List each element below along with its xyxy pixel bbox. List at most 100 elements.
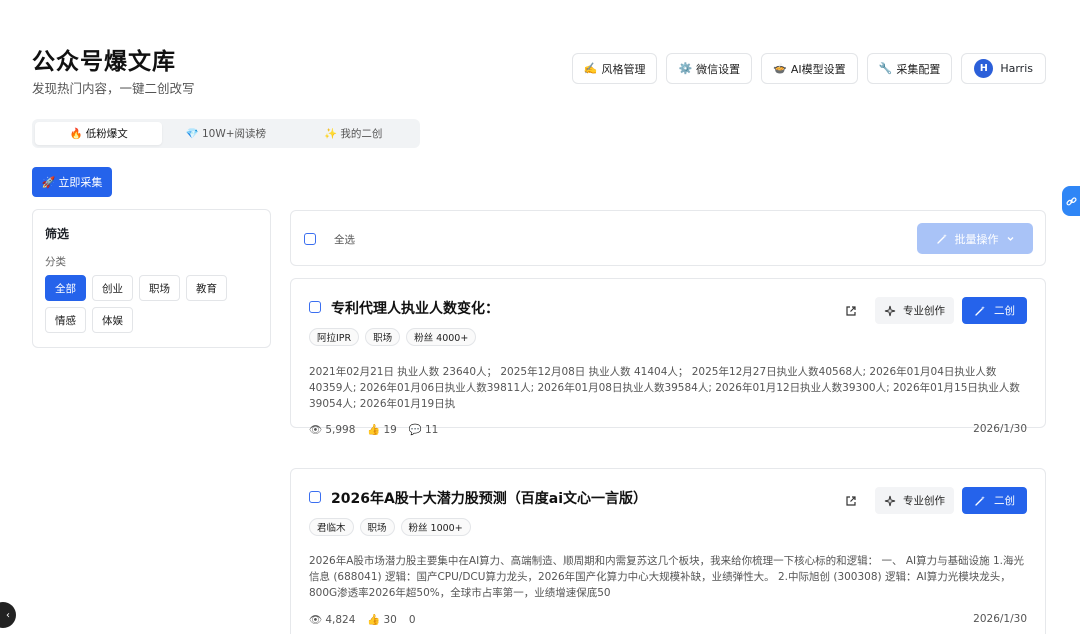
fans-tag: 粉丝 1000+ bbox=[400, 518, 471, 536]
sparkles-icon: ✨ bbox=[324, 128, 338, 140]
pro-create-button[interactable]: 专业创作 bbox=[875, 297, 954, 324]
link-icon bbox=[1065, 196, 1077, 205]
comments-stat: 💬 11 bbox=[408, 423, 439, 437]
pro-create-button[interactable]: 专业创作 bbox=[875, 487, 954, 514]
comments-count: 11 bbox=[424, 423, 439, 436]
author-tag: 阿拉IPR bbox=[309, 328, 360, 346]
avatar: H bbox=[974, 59, 994, 78]
floating-link-button[interactable] bbox=[1062, 186, 1080, 216]
rewrite-button[interactable]: 二创 bbox=[962, 487, 1027, 514]
category-chip-all[interactable]: 全部 bbox=[45, 275, 86, 301]
category-label: 分类 bbox=[45, 256, 66, 268]
thumbs-up-icon: 👍 bbox=[367, 614, 381, 626]
article-actions: 专业创作 二创 bbox=[841, 297, 1027, 324]
tab-10w-reads[interactable]: 💎 10W+阅读榜 bbox=[162, 122, 289, 145]
tab-bar: 🔥 低粉爆文 💎 10W+阅读榜 ✨ 我的二创 bbox=[32, 119, 420, 148]
article-tags: 君临木 职场 粉丝 1000+ bbox=[309, 518, 471, 536]
tab-label: 低粉爆文 bbox=[85, 128, 128, 140]
article-checkbox[interactable] bbox=[309, 491, 321, 503]
author-tag: 君临木 bbox=[309, 518, 354, 536]
chevron-icon: ‹ bbox=[6, 609, 10, 621]
views-count: 5,998 bbox=[325, 423, 356, 436]
rewrite-label: 二创 bbox=[994, 305, 1015, 317]
comments-count: 0 bbox=[408, 613, 416, 626]
article-summary: 2026年A股市场潜力股主要集中在AI算力、高端制造、顺周期和内需复苏这几个板块… bbox=[309, 555, 1024, 599]
comments-stat: 0 bbox=[409, 614, 416, 626]
article-actions: 专业创作 二创 bbox=[841, 487, 1027, 514]
tab-label: 我的二创 bbox=[340, 128, 383, 140]
magic-wand-icon bbox=[975, 305, 985, 316]
article-checkbox[interactable] bbox=[309, 301, 321, 313]
user-menu-button[interactable]: H Harris bbox=[961, 53, 1046, 84]
user-name: Harris bbox=[1000, 62, 1033, 75]
style-manage-label: 风格管理 bbox=[601, 62, 646, 76]
ai-model-settings-button[interactable]: 🍲 AI模型设置 bbox=[761, 53, 858, 84]
batch-actions-label: 批量操作 bbox=[954, 232, 999, 246]
gem-icon: 💎 bbox=[185, 128, 199, 140]
article-tags: 阿拉IPR 职场 粉丝 4000+ bbox=[309, 328, 477, 346]
likes-stat: 👍 19 bbox=[367, 423, 397, 437]
tab-low-fan-hits[interactable]: 🔥 低粉爆文 bbox=[35, 122, 163, 145]
views-count: 4,824 bbox=[325, 613, 356, 626]
magic-wand-icon bbox=[936, 233, 947, 244]
external-link-icon[interactable] bbox=[841, 491, 861, 511]
sparkle-icon bbox=[884, 495, 896, 506]
fans-tag: 粉丝 4000+ bbox=[406, 328, 477, 346]
pen-icon: ✍️ bbox=[583, 62, 598, 75]
pro-create-label: 专业创作 bbox=[903, 305, 945, 317]
article-card: 专利代理人执业人数变化： 专业创作 二创 阿拉IPR 职场 粉丝 4000+ 2… bbox=[290, 278, 1046, 436]
article-title[interactable]: 专利代理人执业人数变化： bbox=[331, 298, 499, 318]
chevron-down-icon bbox=[1007, 237, 1013, 241]
tab-my-rewrites[interactable]: ✨ 我的二创 bbox=[290, 122, 417, 145]
select-all-label: 全选 bbox=[334, 234, 355, 246]
external-link-icon[interactable] bbox=[841, 301, 861, 321]
wechat-settings-button[interactable]: ⚙️ 微信设置 bbox=[666, 53, 753, 84]
category-chip-career[interactable]: 职场 bbox=[139, 275, 180, 301]
gear-icon: ⚙️ bbox=[678, 62, 693, 75]
pot-icon: 🍲 bbox=[773, 62, 787, 75]
tab-label: 10W+阅读榜 bbox=[202, 128, 267, 140]
category-chip-education[interactable]: 教育 bbox=[186, 275, 227, 301]
select-all-checkbox[interactable] bbox=[304, 233, 316, 245]
article-summary: 2021年02月21日 执业人数 23640人； 2025年12月08日 执业人… bbox=[309, 366, 1020, 410]
collect-now-button[interactable]: 🚀 立即采集 bbox=[32, 167, 112, 197]
likes-count: 19 bbox=[383, 423, 397, 436]
article-card: 2026年A股十大潜力股预测（百度ai文心一言版） 专业创作 二创 君临木 职场… bbox=[290, 468, 1046, 634]
ai-model-settings-label: AI模型设置 bbox=[790, 62, 846, 76]
top-toolbar: ✍️ 风格管理 ⚙️ 微信设置 🍲 AI模型设置 🔧 采集配置 H Harris bbox=[571, 53, 1046, 84]
views-stat: 👁 4,824 bbox=[309, 613, 356, 627]
views-stat: 👁 5,998 bbox=[309, 423, 356, 437]
rocket-icon: 🚀 bbox=[41, 175, 56, 189]
article-stats: 👁 5,998 👍 19 💬 11 bbox=[309, 423, 439, 437]
collect-config-button[interactable]: 🔧 采集配置 bbox=[866, 53, 953, 84]
article-stats: 👁 4,824 👍 30 0 bbox=[309, 613, 416, 627]
eye-icon: 👁 bbox=[309, 614, 323, 626]
likes-stat: 👍 30 bbox=[367, 613, 396, 627]
magic-wand-icon bbox=[975, 495, 985, 506]
sparkle-icon bbox=[884, 305, 896, 316]
floating-collapse-button[interactable]: ‹ bbox=[0, 602, 16, 628]
batch-actions-button[interactable]: 批量操作 bbox=[917, 223, 1033, 254]
page-title: 公众号爆文库 bbox=[32, 49, 176, 75]
comment-icon: 💬 bbox=[408, 424, 422, 436]
fire-icon: 🔥 bbox=[69, 128, 83, 140]
collect-now-label: 立即采集 bbox=[58, 176, 103, 189]
category-chip-sports-entertainment[interactable]: 体娱 bbox=[92, 307, 133, 333]
category-chips: 全部 创业 职场 教育 情感 体娱 bbox=[45, 275, 265, 333]
wechat-settings-label: 微信设置 bbox=[696, 62, 741, 76]
category-chip-emotion[interactable]: 情感 bbox=[45, 307, 86, 333]
selection-bar: 全选 批量操作 bbox=[290, 210, 1046, 266]
category-tag: 职场 bbox=[359, 518, 395, 536]
filter-panel: 筛选 分类 全部 创业 职场 教育 情感 体娱 bbox=[32, 209, 271, 348]
filter-title: 筛选 bbox=[45, 227, 70, 241]
style-manage-button[interactable]: ✍️ 风格管理 bbox=[571, 53, 658, 84]
category-chip-startup[interactable]: 创业 bbox=[92, 275, 133, 301]
wrench-icon: 🔧 bbox=[878, 62, 893, 75]
page-subtitle: 发现热门内容，一键二创改写 bbox=[32, 81, 195, 96]
category-tag: 职场 bbox=[365, 328, 401, 346]
rewrite-button[interactable]: 二创 bbox=[962, 297, 1027, 324]
eye-icon: 👁 bbox=[309, 424, 323, 436]
rewrite-label: 二创 bbox=[994, 495, 1015, 507]
article-title[interactable]: 2026年A股十大潜力股预测（百度ai文心一言版） bbox=[331, 488, 647, 508]
thumbs-up-icon: 👍 bbox=[367, 424, 381, 436]
